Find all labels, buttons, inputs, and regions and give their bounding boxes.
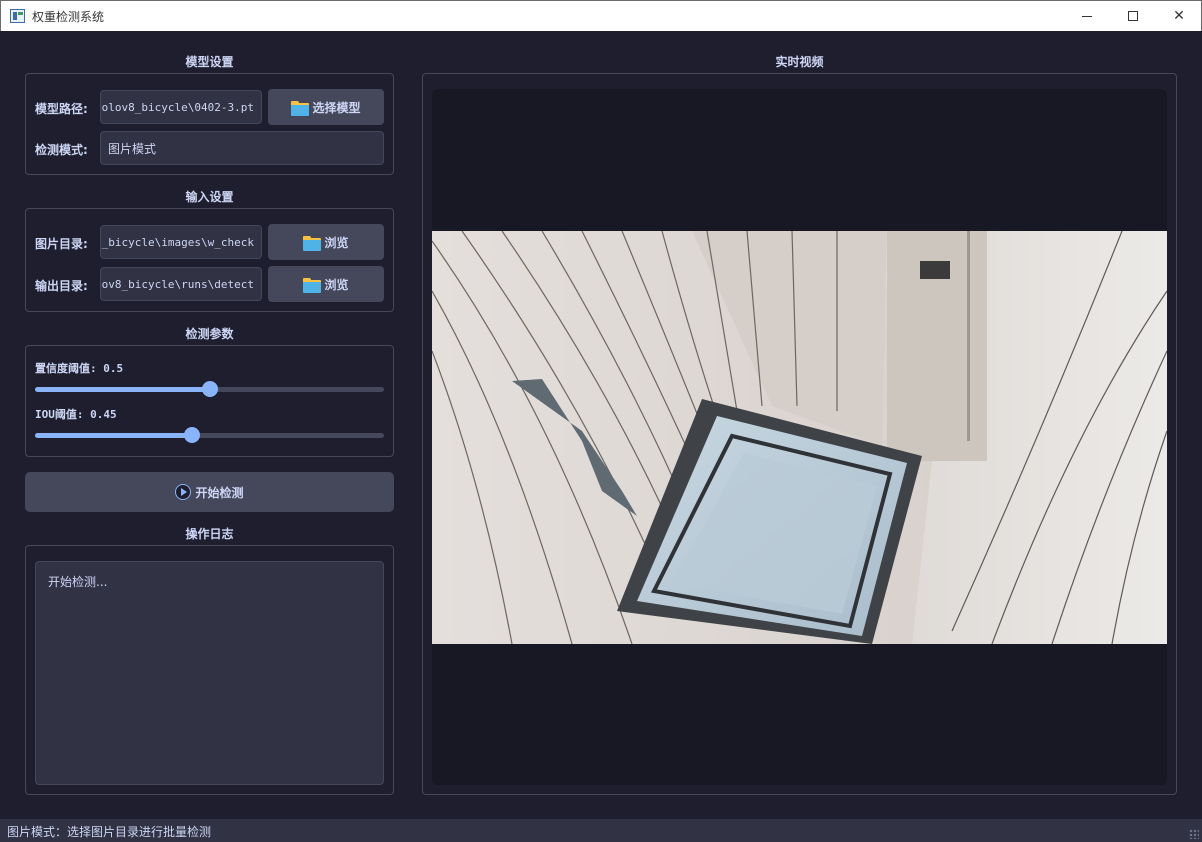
- minimize-button[interactable]: [1064, 1, 1110, 31]
- close-button[interactable]: ✕: [1156, 1, 1202, 31]
- output-dir-input[interactable]: .ov8_bicycle\runs\detect: [100, 267, 262, 301]
- iou-threshold-label: IOU阈值: 0.45: [35, 408, 117, 421]
- folder-icon: [291, 100, 310, 116]
- image-dir-input[interactable]: 8_bicycle\images\w_check: [100, 225, 262, 259]
- close-icon: ✕: [1173, 8, 1185, 24]
- conf-threshold-label: 置信度阈值: 0.5: [35, 362, 124, 375]
- elevator-scene-image: [432, 231, 1167, 644]
- output-browse-button[interactable]: 浏览: [268, 266, 384, 302]
- play-icon: [175, 484, 192, 500]
- status-bar: 图片模式：选择图片目录进行批量检测: [0, 819, 1202, 842]
- log-text: 开始检测...: [48, 575, 108, 589]
- iou-slider-handle[interactable]: [184, 427, 201, 443]
- input-settings-title: 输入设置: [185, 190, 234, 204]
- iou-slider-fill: [35, 433, 193, 438]
- image-browse-button[interactable]: 浏览: [268, 224, 384, 260]
- window-title: 权重检测系统: [32, 10, 105, 24]
- output-dir-label: 输出目录:: [35, 279, 88, 293]
- output-browse-label: 浏览: [324, 277, 349, 292]
- start-detect-label: 开始检测: [195, 485, 244, 500]
- app-icon: [10, 9, 25, 23]
- conf-slider-fill: [35, 387, 210, 392]
- minimize-icon: [1082, 15, 1092, 17]
- select-model-button[interactable]: 选择模型: [268, 89, 384, 125]
- folder-icon: [303, 277, 322, 293]
- title-bar: 权重检测系统 ✕: [0, 0, 1202, 31]
- log-textarea[interactable]: 开始检测...: [35, 561, 384, 785]
- detect-params-title: 检测参数: [185, 327, 234, 341]
- maximize-button[interactable]: [1110, 1, 1156, 31]
- model-settings-title: 模型设置: [185, 55, 234, 69]
- video-title: 实时视频: [775, 55, 824, 69]
- video-frame-image: [432, 231, 1167, 644]
- iou-threshold-slider[interactable]: [35, 427, 384, 443]
- start-detect-button[interactable]: 开始检测: [25, 472, 394, 512]
- status-text: 图片模式：选择图片目录进行批量检测: [7, 825, 212, 839]
- conf-slider-handle[interactable]: [201, 381, 218, 397]
- model-path-label: 模型路径:: [35, 102, 88, 116]
- image-dir-label: 图片目录:: [35, 237, 88, 251]
- select-model-label: 选择模型: [312, 100, 361, 115]
- image-browse-label: 浏览: [324, 235, 349, 250]
- detect-mode-label: 检测模式:: [35, 143, 88, 157]
- detect-mode-select[interactable]: 图片模式: [100, 131, 384, 165]
- maximize-icon: [1128, 11, 1138, 21]
- folder-icon: [303, 235, 322, 251]
- video-display: [432, 89, 1167, 785]
- model-path-input[interactable]: yolov8_bicycle\0402-3.pt: [100, 90, 262, 124]
- conf-threshold-slider[interactable]: [35, 381, 384, 397]
- resize-grip-icon[interactable]: [1189, 829, 1199, 839]
- log-title: 操作日志: [185, 527, 234, 541]
